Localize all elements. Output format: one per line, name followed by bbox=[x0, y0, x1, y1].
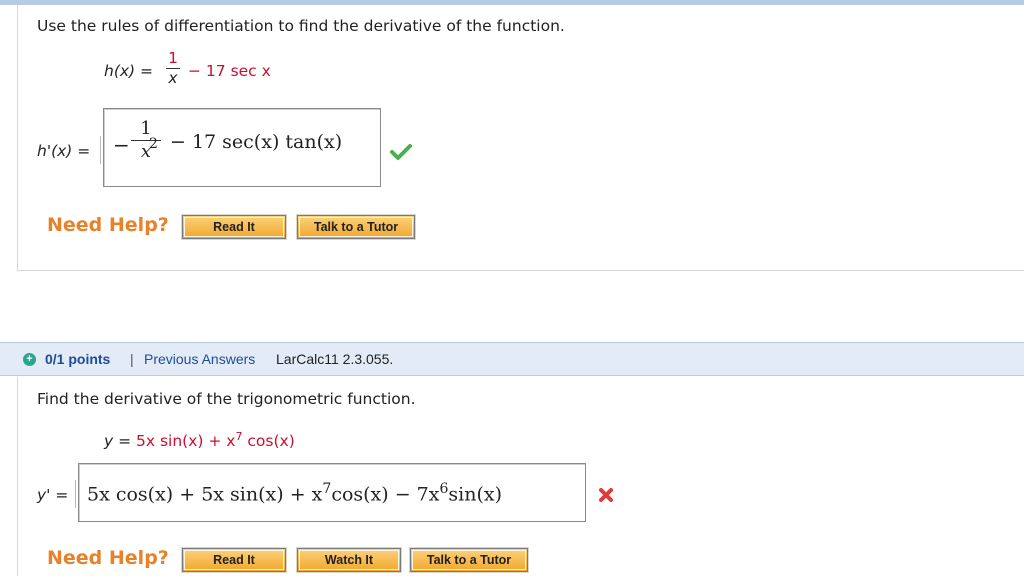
answer-input-1[interactable]: − 1 x2 − 17 sec(x) tan(x) bbox=[103, 108, 381, 187]
answer-2-part2: cos(x) − 7x bbox=[331, 483, 440, 506]
talk-to-tutor-button-1[interactable]: Talk to a Tutor bbox=[296, 214, 416, 240]
function-2-lhs: y = bbox=[104, 432, 137, 451]
question-2-instruction: Find the derivative of the trigonometric… bbox=[37, 390, 416, 408]
talk-to-tutor-button-2[interactable]: Talk to a Tutor bbox=[409, 547, 529, 573]
function-2-part1: 5x sin(x) + x bbox=[136, 432, 236, 451]
answer-label: h'(x) = bbox=[37, 142, 91, 160]
check-icon bbox=[390, 144, 412, 160]
fraction-denominator: x bbox=[168, 69, 178, 87]
need-help-label-1: Need Help? bbox=[47, 214, 169, 236]
answer-2-expression: 5x cos(x) + 5x sin(x) + x7cos(x) − 7x6si… bbox=[87, 481, 502, 505]
points-label: 0/1 points bbox=[45, 351, 111, 367]
fraction-numerator: 1 bbox=[168, 49, 178, 67]
function-2-part2: cos(x) bbox=[242, 432, 295, 451]
previous-answers-link[interactable]: Previous Answers bbox=[144, 351, 255, 367]
read-it-button-2[interactable]: Read It bbox=[181, 547, 287, 573]
question-2-header: + 0/1 points | Previous Answers LarCalc1… bbox=[0, 342, 1024, 376]
answer-2-exponent1: 7 bbox=[322, 481, 332, 497]
expand-plus-icon[interactable]: + bbox=[23, 353, 36, 366]
answer-2-part1: 5x cos(x) + 5x sin(x) + x bbox=[87, 483, 323, 506]
answer-2-part3: sin(x) bbox=[448, 483, 503, 506]
answer-denominator-exponent: 2 bbox=[149, 136, 158, 152]
answer-rest: − 17 sec(x) tan(x) bbox=[170, 131, 343, 153]
answer-input-2[interactable]: 5x cos(x) + 5x sin(x) + x7cos(x) − 7x6si… bbox=[78, 463, 586, 522]
problem-reference: LarCalc11 2.3.055. bbox=[276, 351, 394, 367]
separator: | bbox=[130, 351, 134, 367]
function-fraction: 1 x bbox=[166, 50, 180, 87]
function-lhs: h(x) = bbox=[104, 62, 154, 80]
answer-minus: − bbox=[113, 133, 130, 157]
need-help-label-2: Need Help? bbox=[47, 547, 169, 569]
function-2: y = 5x sin(x) + x7 cos(x) bbox=[104, 430, 295, 450]
function-rest: − 17 sec x bbox=[188, 62, 271, 80]
answer-denominator: x2 bbox=[131, 136, 161, 162]
watch-it-button[interactable]: Watch It bbox=[296, 547, 402, 573]
question-1-instruction: Use the rules of differentiation to find… bbox=[37, 17, 565, 35]
answer-fraction: 1 x2 bbox=[131, 119, 161, 162]
x-icon bbox=[599, 488, 613, 502]
answer-divider bbox=[100, 136, 101, 164]
read-it-button-1[interactable]: Read It bbox=[181, 214, 287, 240]
answer-label-2: y' = bbox=[37, 486, 69, 504]
answer-divider-2 bbox=[75, 480, 76, 508]
